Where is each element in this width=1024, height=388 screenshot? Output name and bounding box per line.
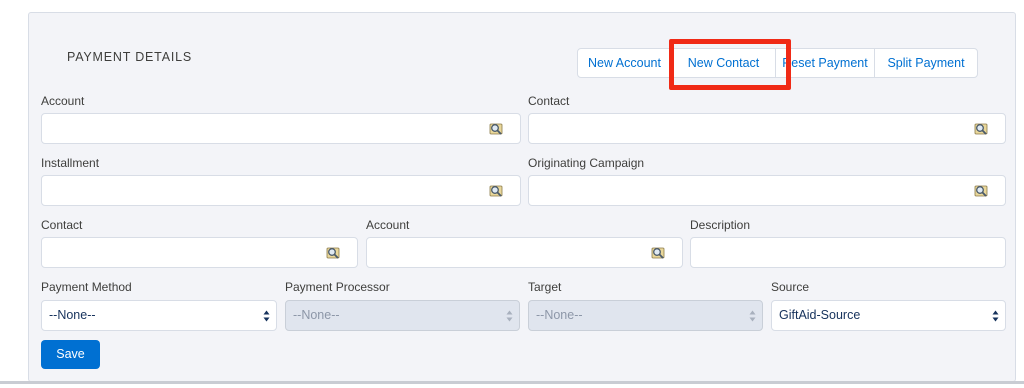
installment-label: Installment — [41, 156, 100, 170]
lookup-icon[interactable] — [650, 245, 666, 261]
account-2-label: Account — [366, 218, 410, 232]
payment-processor-label: Payment Processor — [285, 280, 390, 294]
split-payment-button[interactable]: Split Payment — [875, 49, 977, 77]
lookup-icon[interactable] — [488, 183, 504, 199]
originating-campaign-label: Originating Campaign — [528, 156, 645, 170]
new-account-button[interactable]: New Account — [578, 49, 672, 77]
payment-processor-select: --None-- — [285, 300, 520, 331]
account-label: Account — [41, 94, 85, 108]
description-label: Description — [690, 218, 751, 232]
new-contact-button[interactable]: New Contact — [672, 49, 776, 77]
select-caret-icon — [263, 310, 270, 322]
contact-lookup-input[interactable] — [528, 113, 1006, 144]
contact-label: Contact — [528, 94, 570, 108]
reset-payment-button[interactable]: Reset Payment — [776, 49, 875, 77]
payment-method-label: Payment Method — [41, 280, 132, 294]
payment-method-value: --None-- — [49, 308, 96, 322]
account-lookup-input[interactable] — [41, 113, 521, 144]
lookup-icon[interactable] — [325, 245, 341, 261]
select-caret-icon — [506, 310, 513, 322]
originating-campaign-lookup-input[interactable] — [528, 175, 1006, 206]
target-select: --None-- — [528, 300, 763, 331]
toolbar-button-group: New Account New Contact Reset Payment Sp… — [577, 48, 978, 78]
description-input[interactable] — [690, 237, 1006, 268]
payment-method-select[interactable]: --None-- — [41, 300, 277, 331]
select-caret-icon — [749, 310, 756, 322]
installment-lookup-input[interactable] — [41, 175, 521, 206]
source-value: GiftAid-Source — [779, 308, 861, 322]
payment-processor-value: --None-- — [293, 308, 340, 322]
section-title: PAYMENT DETAILS — [67, 50, 192, 64]
save-button[interactable]: Save — [41, 340, 100, 369]
source-select[interactable]: GiftAid-Source — [771, 300, 1006, 331]
lookup-icon[interactable] — [488, 121, 504, 137]
contact-2-label: Contact — [41, 218, 83, 232]
lookup-icon[interactable] — [973, 121, 989, 137]
divider — [0, 381, 1024, 384]
select-caret-icon — [992, 310, 999, 322]
source-label: Source — [771, 280, 810, 294]
account-2-lookup-input[interactable] — [366, 237, 683, 268]
lookup-icon[interactable] — [973, 183, 989, 199]
target-label: Target — [528, 280, 562, 294]
contact-2-lookup-input[interactable] — [41, 237, 358, 268]
target-value: --None-- — [536, 308, 583, 322]
